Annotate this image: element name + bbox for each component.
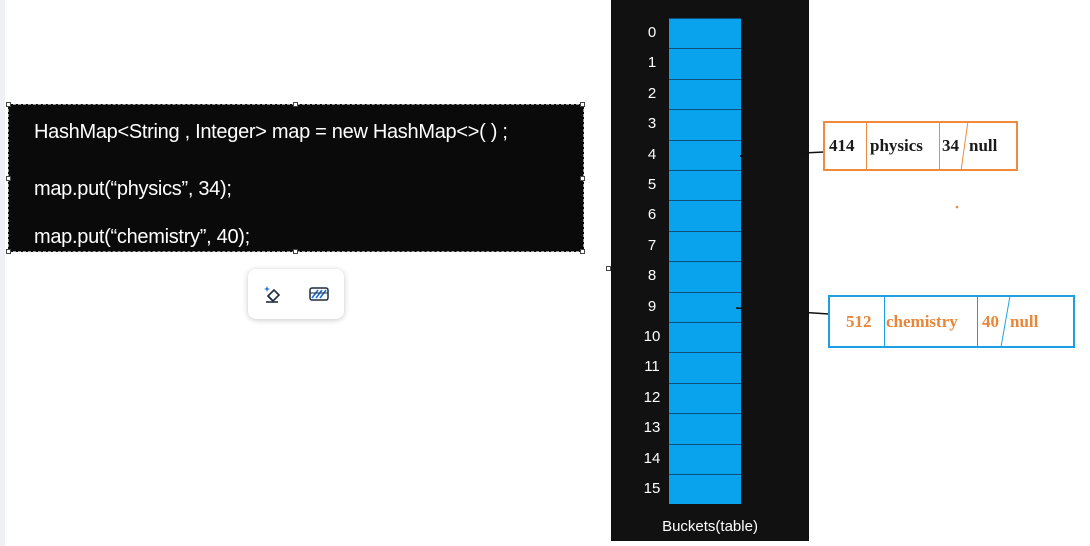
node-chemistry: 512 chemistry 40 null — [828, 295, 1075, 348]
node-divider — [884, 297, 885, 346]
node-physics-key: physics — [870, 136, 923, 155]
connector-lines — [735, 151, 959, 315]
node-chemistry-value: 40 — [982, 311, 999, 331]
node-physics-value: 34 — [942, 136, 959, 155]
node-divider — [1000, 297, 1011, 346]
node-divider — [939, 123, 940, 169]
node-chemistry-hash: 512 — [846, 311, 872, 331]
connector-bucket-4 — [739, 151, 825, 157]
node-chemistry-key: chemistry — [886, 311, 958, 331]
node-chemistry-next: null — [1010, 311, 1039, 331]
node-divider — [960, 123, 969, 169]
node-physics-next: null — [969, 136, 998, 155]
node-physics-hash: 414 — [829, 136, 855, 155]
node-divider — [977, 297, 978, 346]
node-divider — [866, 123, 867, 169]
node-physics: 414 physics 34 null — [823, 121, 1018, 171]
connector-bucket-9 — [735, 307, 830, 315]
stray-dot — [955, 205, 959, 209]
